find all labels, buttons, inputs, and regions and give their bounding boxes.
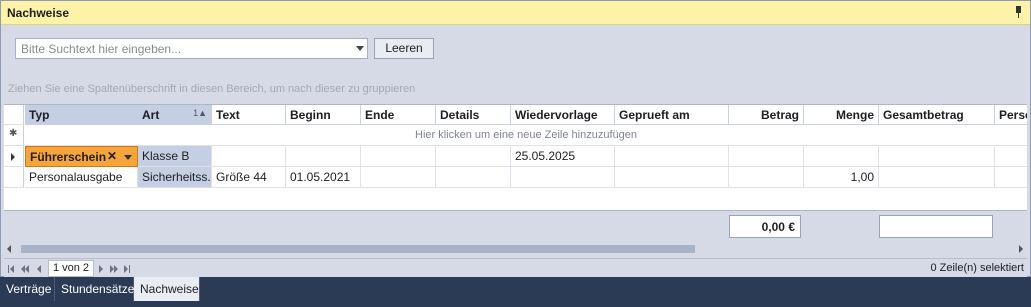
first-page-icon[interactable] [10, 265, 14, 273]
scroll-left-icon[interactable] [7, 245, 11, 253]
pager-bar: 1 von 2 0 Zeile(n) selektiert [4, 258, 1027, 278]
table-row-cell-text[interactable]: Größe 44 [212, 167, 286, 188]
group-panel-hint: Ziehen Sie eine Spaltenüberschrift in di… [8, 83, 416, 95]
table-row-cell-person[interactable] [995, 167, 1027, 188]
cell-value: Führerschein [30, 150, 107, 164]
search-input[interactable]: Bitte Suchtext hier eingeben... [15, 38, 368, 59]
table-row-cell-text[interactable] [212, 146, 286, 167]
scroll-right-icon[interactable] [1019, 245, 1023, 253]
table-row-cell-art[interactable]: Sicherheitss... [138, 167, 212, 188]
first-page-bar [8, 265, 9, 273]
focused-row-indicator [4, 146, 24, 167]
row-indicator [4, 167, 24, 188]
table-row-cell-ende[interactable] [361, 146, 436, 167]
nachweise-panel: Nachweise Bitte Suchtext hier eingeben..… [0, 0, 1031, 278]
header-indicator [4, 105, 24, 125]
tab-vertraege[interactable]: Verträge [0, 277, 55, 301]
summary-footer: 0,00 € [4, 210, 1027, 240]
table-row-cell-wiedervorlage[interactable] [511, 167, 615, 188]
column-header-ende[interactable]: Ende [361, 105, 436, 125]
new-row-icon: ✱ [9, 128, 18, 139]
table-row-cell-typ[interactable]: Personalausgabe [25, 167, 138, 188]
bottom-tab-strip: Verträge Stundensätze Nachweise [0, 277, 1031, 307]
table-row-cell-beginn[interactable] [286, 146, 361, 167]
prev-page-fast-icon-2[interactable] [25, 265, 29, 273]
column-header-gesamtbetrag[interactable]: Gesamtbetrag [879, 105, 995, 125]
new-row-indicator: ✱ [4, 125, 24, 146]
prev-page-icon[interactable] [37, 265, 41, 273]
table-row-cell-beginn[interactable]: 01.05.2021 [286, 167, 361, 188]
column-header-wiedervorlage[interactable]: Wiedervorlage [511, 105, 615, 125]
new-row-prompt[interactable]: Hier klicken um eine neue Zeile hinzuzuf… [25, 125, 1027, 146]
column-header-art[interactable]: Art 1▲ [138, 105, 212, 125]
selection-status: 0 Zeile(n) selektiert [930, 262, 1024, 274]
column-header-art-label: Art [142, 108, 160, 122]
search-placeholder: Bitte Suchtext hier eingeben... [21, 42, 182, 56]
next-page-icon[interactable] [99, 265, 103, 273]
panel-title: Nachweise [7, 6, 70, 20]
panel-titlebar: Nachweise [1, 1, 1030, 25]
scrollbar-thumb[interactable] [21, 245, 695, 253]
table-row-cell-person[interactable] [995, 146, 1027, 167]
table-row-cell-typ[interactable]: Führerschein ✕ [25, 146, 138, 167]
tab-nachweise[interactable]: Nachweise [134, 277, 200, 301]
table-row-cell-gesamt[interactable] [879, 167, 995, 188]
table-row-cell-betrag[interactable] [729, 167, 804, 188]
last-page-icon[interactable] [124, 265, 128, 273]
column-header-beginn[interactable]: Beginn [286, 105, 361, 125]
table-row-cell-betrag[interactable] [729, 146, 804, 167]
clear-icon[interactable]: ✕ [107, 149, 117, 163]
page-indicator[interactable]: 1 von 2 [48, 260, 94, 277]
table-row-cell-details[interactable] [436, 146, 511, 167]
column-header-geprueft-am[interactable]: Geprueft am [615, 105, 729, 125]
sort-ascending-icon: 1▲ [193, 108, 207, 118]
data-grid: Typ Art 1▲ Text Beginn Ende Details Wied… [4, 104, 1027, 210]
horizontal-scrollbar[interactable] [4, 240, 1027, 257]
total-gesamtbetrag [879, 215, 993, 238]
column-header-text[interactable]: Text [212, 105, 286, 125]
table-row-cell-geprueft[interactable] [615, 146, 729, 167]
clear-button[interactable]: Leeren [374, 38, 434, 59]
total-betrag: 0,00 € [729, 215, 801, 238]
column-header-menge[interactable]: Menge [804, 105, 879, 125]
row-pointer-icon [11, 153, 15, 161]
next-page-fast-icon-2[interactable] [114, 265, 118, 273]
table-row-cell-ende[interactable] [361, 167, 436, 188]
pin-icon[interactable] [1014, 5, 1024, 19]
column-header-typ[interactable]: Typ [25, 105, 138, 125]
last-page-bar [129, 265, 130, 273]
column-header-details[interactable]: Details [436, 105, 511, 125]
table-row-cell-menge[interactable]: 1,00 [804, 167, 879, 188]
column-header-betrag[interactable]: Betrag [729, 105, 804, 125]
table-row-cell-menge[interactable] [804, 146, 879, 167]
chevron-down-icon[interactable] [124, 155, 132, 160]
table-row-cell-details[interactable] [436, 167, 511, 188]
chevron-down-icon[interactable] [356, 46, 364, 51]
column-header-person[interactable]: Perso [995, 105, 1027, 125]
tab-stundensaetze[interactable]: Stundensätze [55, 277, 134, 301]
table-row-cell-gesamt[interactable] [879, 146, 995, 167]
table-row-cell-art[interactable]: Klasse B [138, 146, 212, 167]
table-row-cell-geprueft[interactable] [615, 167, 729, 188]
table-row-cell-wiedervorlage[interactable]: 25.05.2025 [511, 146, 615, 167]
